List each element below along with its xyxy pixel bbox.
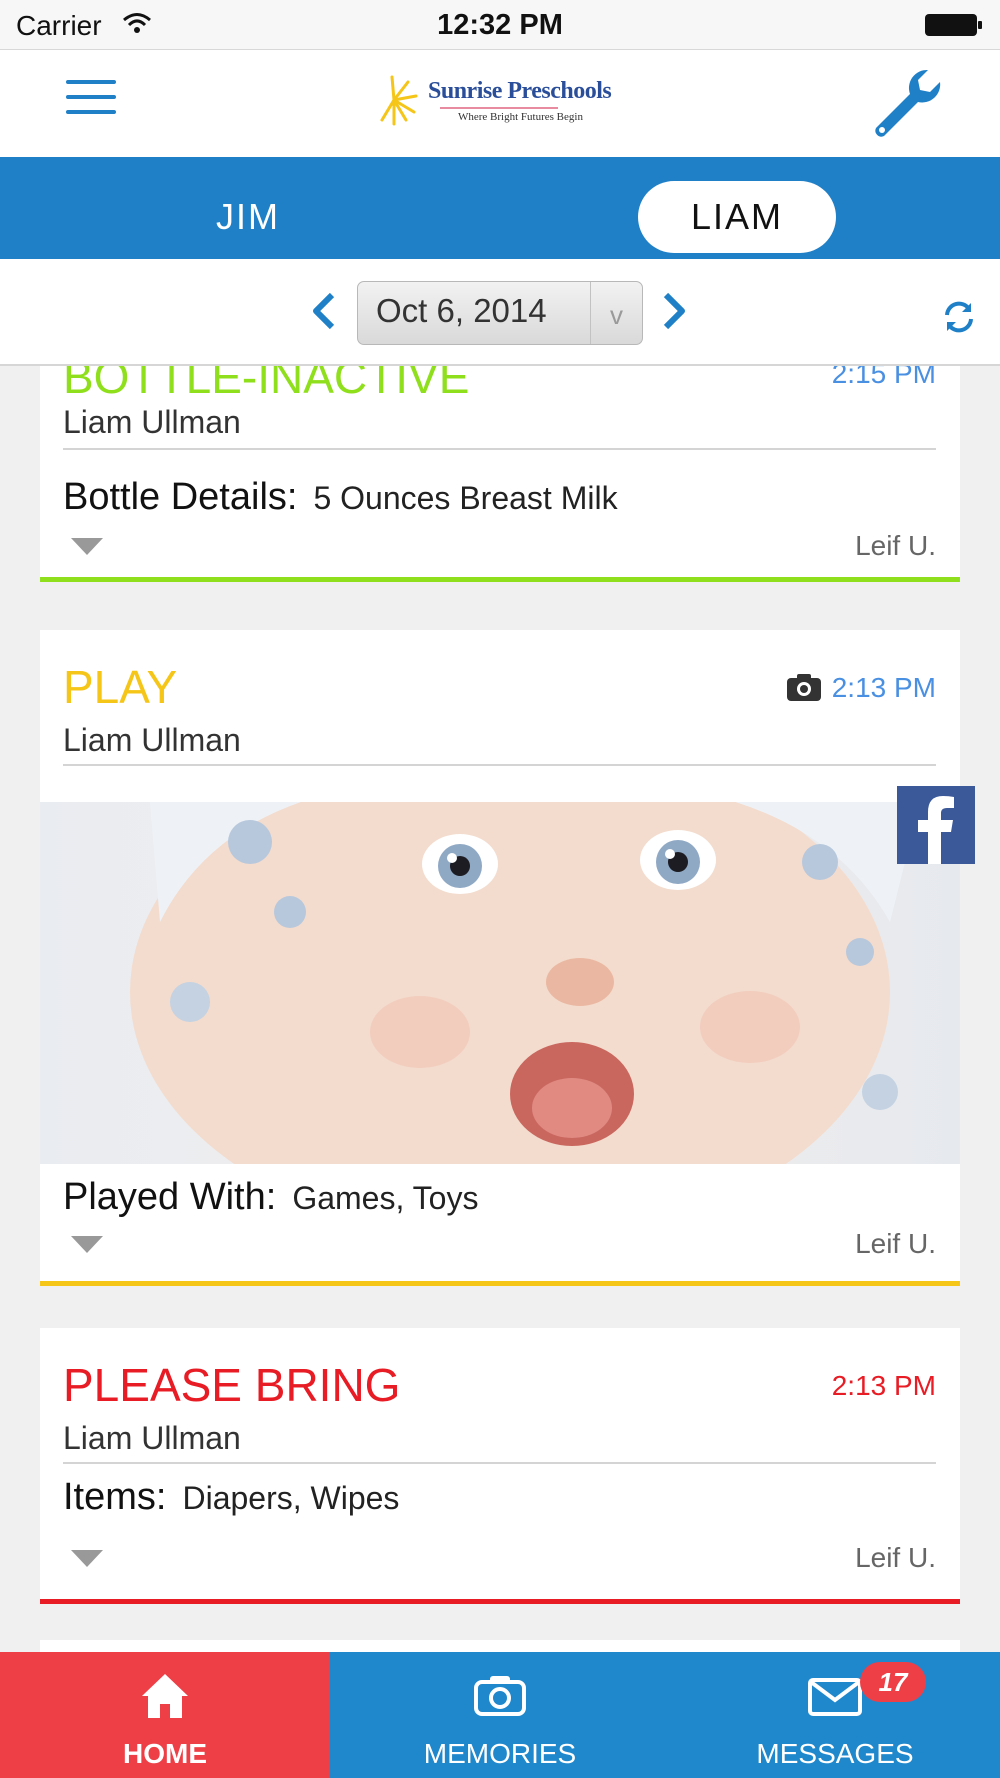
date-bar: Oct 6, 2014 v <box>0 259 1000 366</box>
logo-name: Sunrise Preschools <box>428 78 612 104</box>
status-bar: Carrier 12:32 PM <box>0 0 1000 50</box>
activity-card-bottle: BOTTLE-INACTIVE 2:15 PM Liam Ullman Bott… <box>40 366 960 582</box>
chevron-down-icon: v <box>590 282 642 344</box>
card-time: 2:15 PM <box>831 366 936 389</box>
card-author: Leif U. <box>855 1542 936 1573</box>
detail-value: Games, Toys <box>292 1180 479 1216</box>
detail-value: Diapers, Wipes <box>182 1480 400 1516</box>
app-header: Sunrise Preschools Where Bright Futures … <box>0 50 1000 157</box>
activity-card-please-bring: PLEASE BRING 2:13 PM Liam Ullman Items: D… <box>40 1328 960 1604</box>
nav-memories-label: MEMORIES <box>423 1738 577 1769</box>
card-author: Leif U. <box>855 1228 936 1259</box>
detail-label: Played With: <box>63 1176 277 1218</box>
card-author: Leif U. <box>855 530 936 561</box>
card-detail: Bottle Details: 5 Ounces Breast Milk <box>63 476 618 519</box>
sun-rays-icon <box>380 75 418 126</box>
card-title: PLEASE BRING <box>63 1359 401 1411</box>
expand-triangle-icon[interactable] <box>71 1550 103 1567</box>
activity-photo[interactable] <box>40 802 960 1164</box>
child-selector-bar: JIM LIAM <box>0 157 1000 259</box>
refresh-icon[interactable] <box>941 299 977 335</box>
nav-home-label: HOME <box>123 1738 207 1769</box>
facebook-icon <box>918 796 954 864</box>
camera-icon <box>474 1676 526 1716</box>
card-time: 2:13 PM <box>831 672 936 703</box>
nav-messages-label: MESSAGES <box>756 1738 914 1769</box>
activity-feed[interactable]: BOTTLE-INACTIVE 2:15 PM Liam Ullman Bott… <box>0 366 1000 1652</box>
detail-value: 5 Ounces Breast Milk <box>313 480 618 516</box>
card-child-name: Liam Ullman <box>63 404 241 440</box>
tab-jim[interactable]: JIM <box>148 181 348 253</box>
bottom-navigation: HOME MEMORIES 17 MESSAGES <box>0 1652 1000 1778</box>
baby-photo-illustration <box>130 802 920 1164</box>
detail-label: Bottle Details: <box>63 476 298 518</box>
date-value: Oct 6, 2014 <box>376 292 547 329</box>
facebook-share-button[interactable] <box>897 786 975 864</box>
card-color-bar <box>40 1281 960 1286</box>
sunrise-preschools-logo: Sunrise Preschools Where Bright Futures … <box>378 74 628 136</box>
messages-count-badge: 17 <box>860 1662 926 1702</box>
tab-liam[interactable]: LIAM <box>638 181 836 253</box>
chevron-left-icon[interactable] <box>306 291 342 331</box>
battery-icon <box>925 14 982 36</box>
envelope-icon <box>808 1678 862 1716</box>
card-title: BOTTLE-INACTIVE <box>63 366 470 403</box>
activity-card-next <box>40 1640 960 1652</box>
nav-home[interactable]: HOME <box>0 1652 330 1778</box>
card-child-name: Liam Ullman <box>63 722 241 758</box>
date-select[interactable]: Oct 6, 2014 v <box>357 281 643 345</box>
logo-tagline: Where Bright Futures Begin <box>458 111 583 123</box>
expand-triangle-icon[interactable] <box>71 538 103 555</box>
card-detail: Items: Diapers, Wipes <box>63 1476 399 1519</box>
card-time: 2:13 PM <box>831 1370 936 1401</box>
chevron-right-icon[interactable] <box>656 291 692 331</box>
card-color-bar <box>40 577 960 582</box>
activity-card-play: PLAY 2:13 PM Liam Ullman Played With: Ga… <box>40 630 960 1286</box>
nav-messages[interactable]: 17 MESSAGES <box>670 1652 1000 1778</box>
card-color-bar <box>40 1599 960 1604</box>
camera-icon <box>787 674 821 701</box>
nav-memories[interactable]: MEMORIES <box>330 1652 670 1778</box>
card-child-name: Liam Ullman <box>63 1420 241 1456</box>
clock-time: 12:32 PM <box>437 9 563 41</box>
home-icon <box>142 1674 188 1718</box>
expand-triangle-icon[interactable] <box>71 1236 103 1253</box>
card-title: PLAY <box>63 661 178 713</box>
wrench-icon[interactable] <box>868 64 944 140</box>
hamburger-menu-icon[interactable] <box>66 80 116 122</box>
card-detail: Played With: Games, Toys <box>63 1176 478 1219</box>
detail-label: Items: <box>63 1476 167 1518</box>
